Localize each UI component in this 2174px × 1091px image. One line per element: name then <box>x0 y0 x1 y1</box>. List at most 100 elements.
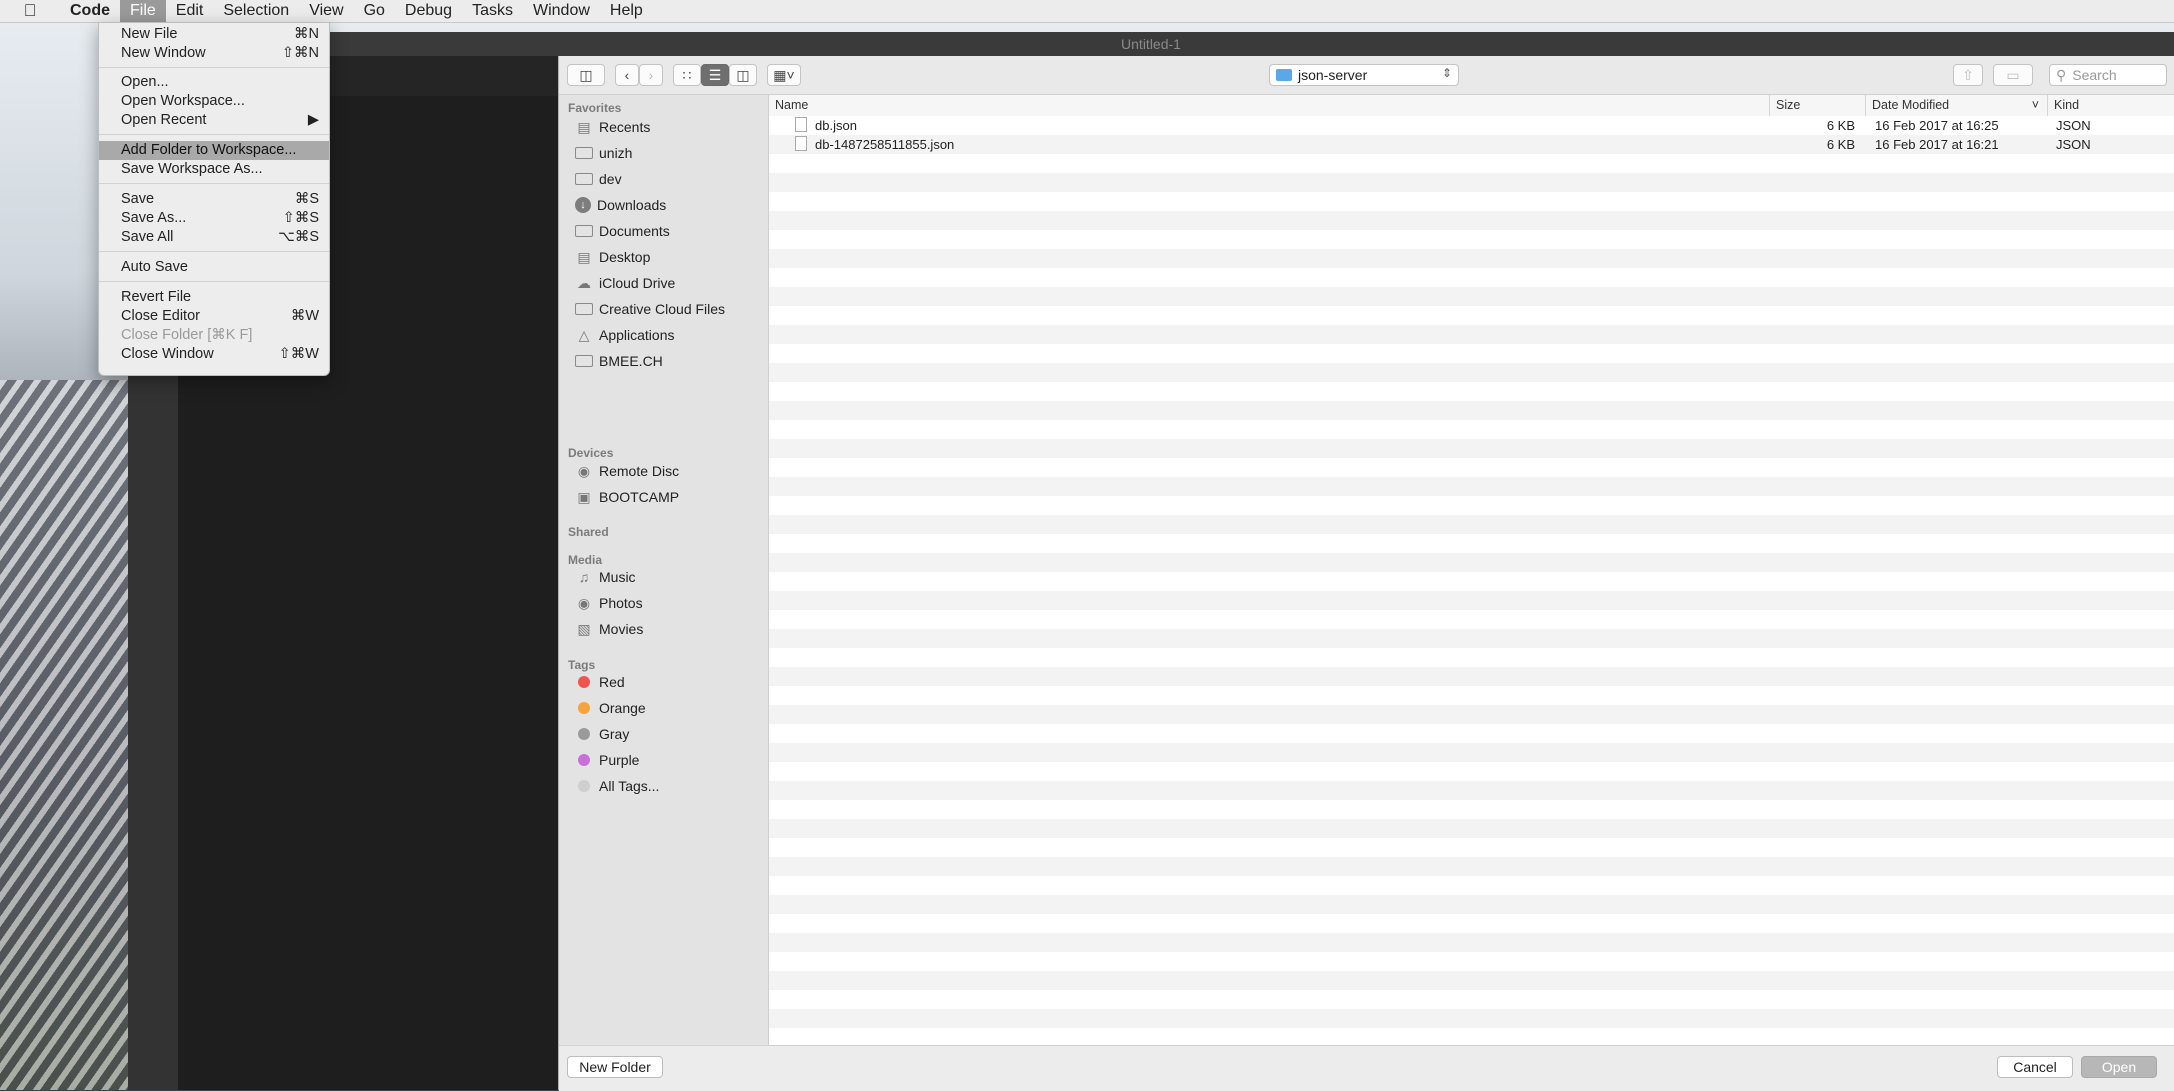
back-button[interactable]: ‹ <box>615 64 639 86</box>
menu-item-close-window[interactable]: Close Window ⇧⌘W <box>99 345 329 364</box>
menu-item-save-as[interactable]: Save As... ⇧⌘S <box>99 209 329 228</box>
file-icon <box>795 136 807 151</box>
menu-go[interactable]: Go <box>354 0 395 22</box>
sidebar-item-desktop[interactable]: ▤ Desktop <box>559 244 767 270</box>
chevron-down-icon: ˅ <box>2031 98 2039 112</box>
dialog-sidebar: Favorites ▤ Recents unizh dev ↓ Downloads … <box>559 95 769 1045</box>
sidebar-item-label: BOOTCAMP <box>599 489 680 505</box>
sidebar-tag-red[interactable]: Red <box>559 669 767 695</box>
sidebar-item-creative-cloud[interactable]: Creative Cloud Files <box>559 296 767 322</box>
menu-item-label: Add Folder to Workspace... <box>121 142 297 158</box>
menu-item-save-workspace-as[interactable]: Save Workspace As... <box>99 160 329 179</box>
sidebar-toggle-button[interactable]: ◫ <box>567 64 605 86</box>
menu-view[interactable]: View <box>299 0 353 22</box>
file-icon <box>795 117 807 132</box>
menu-item-save[interactable]: Save ⌘S <box>99 190 329 209</box>
menu-item-label: Save As... <box>121 210 187 226</box>
sidebar-item-label: Red <box>599 674 625 690</box>
menu-app-name[interactable]: Code <box>60 0 120 22</box>
new-folder-button[interactable]: New Folder <box>567 1056 663 1078</box>
menu-help[interactable]: Help <box>600 0 653 22</box>
sidebar-item-label: Recents <box>599 119 651 135</box>
sidebar-item-dev[interactable]: dev <box>559 166 767 192</box>
menu-item-open-recent[interactable]: Open Recent ▶ <box>99 111 329 130</box>
share-button[interactable]: ⇧ <box>1953 64 1983 86</box>
group-by-button[interactable]: ▦˅ <box>767 64 801 86</box>
disc-icon: ◉ <box>577 462 591 479</box>
folder-icon <box>575 355 593 367</box>
column-view-button[interactable]: ◫ <box>729 64 757 86</box>
menu-tasks[interactable]: Tasks <box>462 0 523 22</box>
sidebar-item-documents[interactable]: Documents <box>559 218 767 244</box>
sidebar-item-icloud-drive[interactable]: ☁ iCloud Drive <box>559 270 767 296</box>
sidebar-item-remote-disc[interactable]: ◉ Remote Disc <box>559 458 767 484</box>
menu-item-save-all[interactable]: Save All ⌥⌘S <box>99 228 329 247</box>
favorites-header: Favorites <box>568 101 622 115</box>
menu-window[interactable]: Window <box>523 0 600 22</box>
menu-file[interactable]: File <box>120 0 166 22</box>
sidebar-item-photos[interactable]: ◉ Photos <box>559 590 767 616</box>
desktop-icon: ▤ <box>577 248 591 265</box>
file-rows: db.json 6 KB 16 Feb 2017 at 16:25 JSON d… <box>769 116 2174 1045</box>
menu-item-revert-file[interactable]: Revert File <box>99 288 329 307</box>
cancel-button[interactable]: Cancel <box>1997 1056 2073 1078</box>
column-header-name[interactable]: Name <box>769 95 1769 116</box>
dialog-toolbar: ◫ ‹ › ∷ ☰ ◫ ▦˅ json-server ⇕ ⇧ ▭ ⚲ Searc… <box>559 56 2174 95</box>
sidebar-item-label: Music <box>599 569 636 585</box>
column-header-size[interactable]: Size <box>1769 95 1865 116</box>
menu-edit[interactable]: Edit <box>166 0 214 22</box>
table-row[interactable]: db.json 6 KB 16 Feb 2017 at 16:25 JSON <box>769 116 2174 135</box>
menu-item-new-file[interactable]: New File ⌘N <box>99 25 329 44</box>
submenu-arrow-icon: ▶ <box>307 112 319 128</box>
open-button[interactable]: Open <box>2081 1056 2157 1078</box>
sidebar-item-label: Movies <box>599 621 644 637</box>
column-header-date-modified[interactable]: Date Modified ˅ <box>1865 95 2047 116</box>
open-dialog: ◫ ‹ › ∷ ☰ ◫ ▦˅ json-server ⇕ ⇧ ▭ ⚲ Searc… <box>558 56 2174 1091</box>
sidebar-tag-purple[interactable]: Purple <box>559 747 767 773</box>
icon-view-button[interactable]: ∷ <box>673 64 701 86</box>
grid-icon: ∷ <box>682 66 692 83</box>
file-kind: JSON <box>2056 137 2091 152</box>
sidebar-item-applications[interactable]: △ Applications <box>559 322 767 348</box>
column-header-kind[interactable]: Kind <box>2047 95 2174 116</box>
list-view-button[interactable]: ☰ <box>701 64 729 86</box>
menu-item-auto-save[interactable]: Auto Save <box>99 258 329 277</box>
menu-item-shortcut: ⇧⌘S <box>282 210 319 226</box>
menu-item-add-folder-to-workspace[interactable]: Add Folder to Workspace... <box>99 141 329 160</box>
menu-item-close-editor[interactable]: Close Editor ⌘W <box>99 307 329 326</box>
menu-item-new-window[interactable]: New Window ⇧⌘N <box>99 44 329 63</box>
menu-item-open-workspace[interactable]: Open Workspace... <box>99 92 329 111</box>
folder-icon <box>575 303 593 315</box>
sidebar-tag-all[interactable]: All Tags... <box>559 773 767 799</box>
menu-debug[interactable]: Debug <box>395 0 462 22</box>
menu-item-label: Save <box>121 191 155 207</box>
menu-separator <box>99 281 329 282</box>
sidebar-item-movies[interactable]: ▧ Movies <box>559 616 767 642</box>
menu-item-label: Close Window <box>121 346 214 362</box>
apple-icon[interactable]:  <box>0 0 60 22</box>
shared-header: Shared <box>568 525 609 539</box>
table-row[interactable]: db-1487258511855.json 6 KB 16 Feb 2017 a… <box>769 135 2174 154</box>
sidebar-item-label: unizh <box>599 145 633 161</box>
sidebar-item-label: Purple <box>599 752 640 768</box>
search-icon: ⚲ <box>2056 66 2067 83</box>
sidebar-item-label: All Tags... <box>599 778 660 794</box>
forward-button[interactable]: › <box>639 64 663 86</box>
menu-selection[interactable]: Selection <box>213 0 299 22</box>
location-popup[interactable]: json-server ⇕ <box>1269 64 1459 86</box>
sidebar-item-music[interactable]: ♫ Music <box>559 564 767 590</box>
menu-item-label: Save Workspace As... <box>121 161 263 177</box>
search-input[interactable]: ⚲ Search <box>2049 64 2167 86</box>
menu-item-shortcut: ⌘N <box>294 26 319 42</box>
sidebar-item-downloads[interactable]: ↓ Downloads <box>559 192 767 218</box>
camera-icon: ◉ <box>577 594 591 611</box>
tag-button[interactable]: ▭ <box>1993 64 2033 86</box>
sidebar-tag-gray[interactable]: Gray <box>559 721 767 747</box>
dialog-bottom-bar: New Folder Cancel Open <box>559 1045 2174 1091</box>
sidebar-item-bmee[interactable]: BMEE.CH <box>559 348 767 374</box>
menu-item-open[interactable]: Open... <box>99 73 329 92</box>
sidebar-item-bootcamp[interactable]: ▣ BOOTCAMP <box>559 484 767 510</box>
sidebar-item-unizh[interactable]: unizh <box>559 140 767 166</box>
sidebar-tag-orange[interactable]: Orange <box>559 695 767 721</box>
sidebar-item-recents[interactable]: ▤ Recents <box>559 114 767 140</box>
